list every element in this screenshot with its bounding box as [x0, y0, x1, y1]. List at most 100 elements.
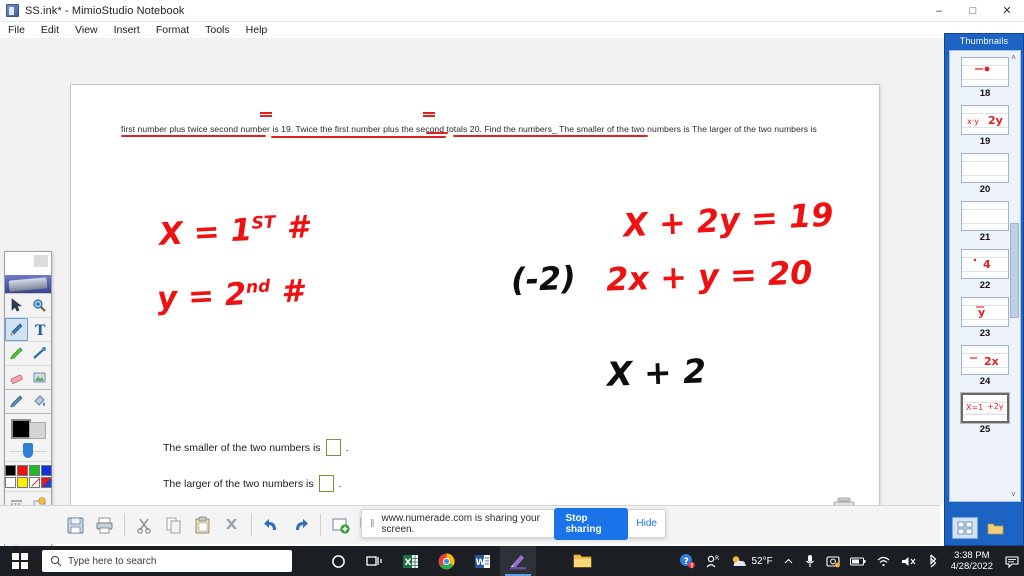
line-tool[interactable]: [28, 342, 51, 365]
minimize-button[interactable]: –: [922, 0, 956, 22]
answer-row-larger: The larger of the two numbers is .: [163, 475, 342, 492]
menu-edit[interactable]: Edit: [33, 22, 67, 38]
thumbnail-page-21[interactable]: 21: [961, 201, 1009, 243]
palette-color-black[interactable]: [4, 465, 16, 476]
taskbar-word[interactable]: W: [464, 546, 500, 576]
thickness-slider[interactable]: [5, 442, 51, 462]
thumbnail-frame: X=1 +2y: [961, 393, 1009, 423]
answer-input-larger[interactable]: [318, 475, 334, 492]
svg-text:X=1: X=1: [966, 403, 983, 412]
hide-sharing-button[interactable]: Hide: [636, 518, 657, 529]
taskbar-file-explorer[interactable]: [564, 546, 600, 576]
eraser-tool[interactable]: [5, 366, 28, 389]
tray-chevron-icon[interactable]: [778, 546, 799, 576]
answer-period-larger: .: [338, 477, 342, 490]
thumbnail-number: 21: [979, 232, 991, 243]
thumbnail-rule-2: [962, 271, 1008, 272]
palette-color-none[interactable]: [28, 477, 40, 488]
maximize-button[interactable]: □: [956, 0, 990, 22]
tray-volume-muted-icon[interactable]: [896, 546, 922, 576]
tray-battery-icon[interactable]: [845, 546, 871, 576]
new-page-button[interactable]: [327, 512, 354, 539]
thumbnail-page-24[interactable]: 2x 24: [961, 345, 1009, 387]
undo-button[interactable]: [258, 512, 285, 539]
cut-button[interactable]: [131, 512, 158, 539]
delete-button[interactable]: [218, 512, 245, 539]
thumbnails-scroll-down[interactable]: ˅: [1008, 489, 1019, 500]
search-input[interactable]: Type here to search: [42, 550, 292, 572]
tray-help-icon[interactable]: ?!: [674, 546, 700, 576]
thumbnail-page-20[interactable]: 20: [961, 153, 1009, 195]
taskbar-clock[interactable]: 3:38 PM 4/28/2022: [944, 550, 1000, 572]
palette-color-yellow[interactable]: [16, 477, 28, 488]
color-palette: [4, 462, 52, 492]
print-button[interactable]: [91, 512, 118, 539]
foreground-color-swatch[interactable]: [10, 419, 31, 439]
text-tool[interactable]: T: [28, 318, 51, 341]
fill-tool[interactable]: [28, 390, 51, 413]
start-icon[interactable]: [0, 546, 40, 576]
tray-wifi-icon[interactable]: [871, 546, 896, 576]
background-color-swatch[interactable]: [28, 422, 46, 439]
folder-view-button[interactable]: [982, 517, 1008, 539]
notebook-page[interactable]: first number plus twice second number is…: [70, 84, 880, 540]
annotation-equals-mark-1: [260, 112, 272, 118]
menu-help[interactable]: Help: [238, 22, 276, 38]
tray-notifications-icon[interactable]: [1000, 546, 1024, 576]
palette-color-green[interactable]: [28, 465, 40, 476]
menu-insert[interactable]: Insert: [106, 22, 148, 38]
taskbar-task-view[interactable]: [356, 546, 392, 576]
window-titlebar: SS.ink* - MimioStudio Notebook – □ ✕: [0, 0, 1024, 22]
answer-input-smaller[interactable]: [325, 439, 341, 456]
ink-define-x-text: X = 1: [158, 212, 253, 253]
taskbar-excel[interactable]: X: [392, 546, 428, 576]
taskbar-chrome[interactable]: [428, 546, 464, 576]
thumbnails-bottom-bar: [949, 515, 1021, 541]
pen-tool[interactable]: [5, 318, 28, 341]
tray-camera-icon[interactable]: [821, 546, 845, 576]
taskbar-cortana[interactable]: [320, 546, 356, 576]
thumbnail-number: 20: [979, 184, 991, 195]
answer-period-smaller: .: [345, 441, 349, 454]
copy-button[interactable]: [160, 512, 187, 539]
tray-people-icon[interactable]: R: [700, 546, 725, 576]
menu-view[interactable]: View: [67, 22, 106, 38]
palette-color-blue[interactable]: [40, 465, 52, 476]
highlighter-tool[interactable]: [5, 342, 28, 365]
thumbnail-page-23[interactable]: y 23: [961, 297, 1009, 339]
menu-file[interactable]: File: [0, 22, 33, 38]
thumbnails-scrollbar[interactable]: [1010, 223, 1019, 318]
tray-microphone-icon[interactable]: [799, 546, 821, 576]
menu-tools[interactable]: Tools: [197, 22, 238, 38]
thumbnails-scroll-up[interactable]: ˄: [1008, 52, 1019, 63]
select-tool[interactable]: [5, 294, 28, 317]
taskbar-mimio[interactable]: [500, 546, 536, 576]
thickness-knob[interactable]: [23, 443, 33, 458]
palette-color-red[interactable]: [16, 465, 28, 476]
thumbnail-page-18[interactable]: 18: [961, 57, 1009, 99]
paste-button[interactable]: [189, 512, 216, 539]
window-controls: – □ ✕: [922, 0, 1024, 22]
tool-row-2: T: [5, 318, 51, 342]
svg-text:+2y: +2y: [987, 402, 1004, 411]
share-drag-handle[interactable]: ‖: [370, 518, 374, 530]
thumbnail-page-19[interactable]: x·y 2y 19: [961, 105, 1009, 147]
ink-pen-tool[interactable]: [5, 390, 28, 413]
tray-weather[interactable]: 52°F: [725, 546, 778, 576]
thumbnail-page-25[interactable]: X=1 +2y 25: [961, 393, 1009, 435]
redo-button[interactable]: [287, 512, 314, 539]
zoom-tool[interactable]: [28, 294, 51, 317]
palette-color-white[interactable]: [4, 477, 16, 488]
thumbnails-list[interactable]: ˄ ˅ 18 x·y 2y 19 20 21 4 22 y 23 2x 24 X…: [949, 50, 1021, 502]
close-button[interactable]: ✕: [990, 0, 1024, 22]
thumbnail-view-button[interactable]: [952, 517, 978, 539]
tool-row-5: [5, 390, 51, 414]
image-tool[interactable]: [28, 366, 51, 389]
menu-format[interactable]: Format: [148, 22, 197, 38]
stop-sharing-button[interactable]: Stop sharing: [554, 507, 629, 540]
thumbnail-page-22[interactable]: 4 22: [961, 249, 1009, 291]
tray-bluetooth-icon[interactable]: [922, 546, 944, 576]
palette-color-more[interactable]: [40, 477, 52, 488]
save-button[interactable]: [62, 512, 89, 539]
thumbnail-rule-2: [962, 175, 1008, 176]
